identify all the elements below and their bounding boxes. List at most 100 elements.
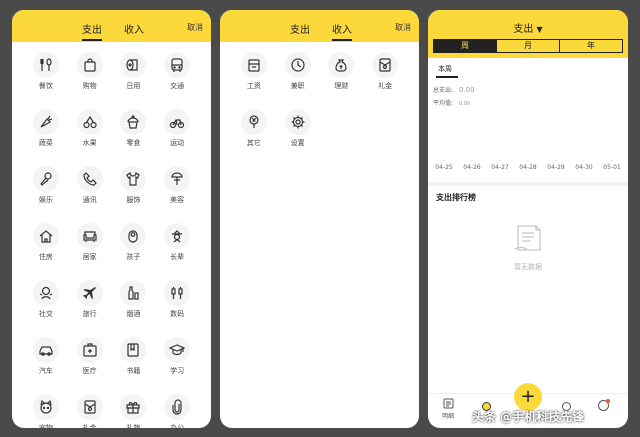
category-item-travel[interactable]: 旅行 [68,280,112,319]
category-label: 汽车 [38,367,53,375]
category-item-transport[interactable]: 交通 [155,52,199,91]
category-label: 旅行 [82,310,97,318]
paperclip-icon [164,394,191,420]
money-bag-icon [328,52,355,78]
total-value: 0.00 [458,86,475,94]
usb-plug-icon [164,280,191,306]
category-item-cash-gift[interactable]: 礼金 [68,394,112,428]
clock-icon [284,52,311,78]
period-segmented-control: 周 月 年 [433,39,623,53]
cancel-button[interactable]: 取消 [187,22,203,33]
category-grid: 餐饮 购物 日用 交通 蔬菜 水果 零食 运动 娱乐 通讯 服饰 美容 住房 居… [24,52,199,428]
category-item-snacks[interactable]: 零食 [112,109,156,148]
date-tick: 04-26 [463,164,481,171]
category-item-fruit[interactable]: 水果 [68,109,112,148]
car-icon [32,337,59,363]
category-label: 蔬菜 [38,139,53,147]
category-item-books[interactable]: 书籍 [112,337,156,376]
category-item-daily[interactable]: 日用 [112,52,156,91]
category-grid: 工资 兼职 理财 礼金 其它 设置 [232,52,407,148]
elder-icon [164,223,191,249]
category-item-settings[interactable]: 设置 [276,109,320,148]
category-item-car[interactable]: 汽车 [24,337,68,376]
gift-icon [120,394,147,420]
carrot-icon [32,109,59,135]
cherries-icon [76,109,103,135]
category-label: 水果 [82,139,97,147]
category-item-other[interactable]: 其它 [232,109,276,148]
category-item-kids[interactable]: 孩子 [112,223,156,262]
category-label: 餐饮 [38,82,53,90]
category-label: 长辈 [170,253,185,261]
coin-tag-icon [240,109,267,135]
category-item-pets[interactable]: 宠物 [24,394,68,428]
category-item-vegetables[interactable]: 蔬菜 [24,109,68,148]
add-record-button[interactable]: + [514,383,542,411]
category-label: 医疗 [82,367,97,375]
category-item-communication[interactable]: 通讯 [68,166,112,205]
category-item-elders[interactable]: 长辈 [155,223,199,262]
category-label: 居家 [82,253,97,261]
microphone-icon [32,166,59,192]
category-label: 其它 [246,139,261,147]
category-item-beauty[interactable]: 美容 [155,166,199,205]
header-bar: 支出 收入 取消 [220,10,419,42]
category-label: 日用 [126,82,141,90]
type-selector[interactable]: 支出 ▼ [428,20,628,35]
airplane-icon [76,280,103,306]
category-item-medical[interactable]: 医疗 [68,337,112,376]
empty-state-text: 暂无数据 [514,263,542,271]
period-underline [436,76,458,78]
category-label: 运动 [170,139,185,147]
category-item-shopping[interactable]: 购物 [68,52,112,91]
category-item-clothing[interactable]: 服饰 [112,166,156,205]
category-label: 理财 [334,82,349,90]
bottle-icon [120,280,147,306]
category-item-housing[interactable]: 住房 [24,223,68,262]
income-category-screen: 支出 收入 取消 工资 兼职 理财 礼金 其它 设置 [220,10,419,428]
nav-profile-icon[interactable] [598,399,610,411]
category-label: 设置 [290,139,305,147]
tab-expense[interactable]: 支出 [82,21,102,41]
category-item-tobacco-alcohol[interactable]: 烟酒 [112,280,156,319]
category-item-study[interactable]: 学习 [155,337,199,376]
category-label: 书籍 [126,367,141,375]
screen-title: 支出 [513,24,534,35]
bus-icon [164,52,191,78]
category-label: 服饰 [126,196,141,204]
category-item-dining[interactable]: 餐饮 [24,52,68,91]
category-label: 购物 [82,82,97,90]
category-item-sports[interactable]: 运动 [155,109,199,148]
category-label: 数码 [170,310,185,318]
category-label: 礼金 [82,424,97,428]
category-item-entertainment[interactable]: 娱乐 [24,166,68,205]
cancel-button[interactable]: 取消 [395,22,411,33]
tab-month[interactable]: 月 [497,40,560,52]
book-icon [120,337,147,363]
category-item-office[interactable]: 办公 [155,394,199,428]
category-item-part-time[interactable]: 兼职 [276,52,320,91]
tab-income[interactable]: 收入 [124,21,144,36]
tab-expense[interactable]: 支出 [290,21,310,36]
baby-icon [120,223,147,249]
statistics-screen: 支出 ▼ 周 月 年 本周 总支出: 0.00 平均值: 0.00 · · · … [428,10,628,428]
category-label: 礼物 [126,424,141,428]
gear-icon [284,109,311,135]
red-envelope-icon [76,394,103,420]
nav-detail[interactable]: 明细 [442,398,454,420]
shopping-bag-icon [76,52,103,78]
category-label: 社交 [38,310,53,318]
category-item-investment[interactable]: 理财 [320,52,364,91]
category-label: 宠物 [38,424,53,428]
category-item-home[interactable]: 居家 [68,223,112,262]
category-item-gift[interactable]: 礼物 [112,394,156,428]
category-item-cash-gift[interactable]: 礼金 [363,52,407,91]
date-tick: 05-01 [603,164,621,171]
category-item-digital[interactable]: 数码 [155,280,199,319]
tab-income[interactable]: 收入 [332,21,352,41]
category-item-social[interactable]: 社交 [24,280,68,319]
tab-year[interactable]: 年 [560,40,622,52]
tab-week[interactable]: 周 [434,40,497,52]
category-item-salary[interactable]: 工资 [232,52,276,91]
cupcake-icon [120,109,147,135]
